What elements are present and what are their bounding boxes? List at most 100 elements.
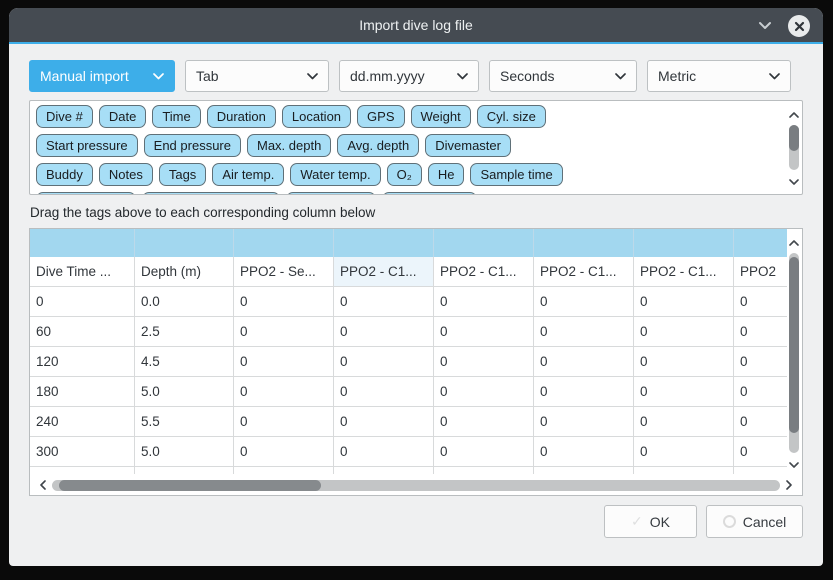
- tag-panel-scrollbar[interactable]: [787, 104, 801, 191]
- column-header[interactable]: PPO2 - Se...: [234, 257, 334, 286]
- column-drop-target[interactable]: [334, 229, 434, 257]
- shade-button[interactable]: [757, 19, 773, 31]
- chevron-down-icon: [758, 21, 772, 30]
- table-cell: 0: [634, 317, 734, 346]
- scroll-left-icon[interactable]: [37, 480, 49, 490]
- date-format-select[interactable]: dd.mm.yyyy: [339, 60, 479, 92]
- column-drop-target[interactable]: [534, 229, 634, 257]
- chevron-down-icon: [307, 73, 318, 80]
- cancel-button[interactable]: Cancel: [706, 505, 803, 538]
- table-row: 2405.5000000: [30, 407, 787, 437]
- scroll-right-icon[interactable]: [783, 480, 795, 490]
- tag-row: Dive # Date Time Duration Location GPS Weight C…: [36, 105, 796, 128]
- table-row-partial: [30, 467, 787, 474]
- tag-air-temp[interactable]: Air temp.: [212, 163, 284, 186]
- table-cell: 0: [234, 407, 334, 436]
- tag-location[interactable]: Location: [282, 105, 351, 128]
- chevron-down-icon: [457, 73, 468, 80]
- table-cell: 0: [334, 317, 434, 346]
- table-cell: [434, 467, 534, 474]
- tag-divemaster[interactable]: Divemaster: [425, 134, 511, 157]
- table-cell: 5.5: [135, 407, 234, 436]
- titlebar[interactable]: Import dive log file: [9, 8, 823, 44]
- tag-sample-time[interactable]: Sample time: [470, 163, 562, 186]
- tag-tags[interactable]: Tags: [159, 163, 206, 186]
- scrollbar-thumb[interactable]: [789, 257, 799, 433]
- table-cell: 0: [734, 287, 787, 316]
- tag-max-depth[interactable]: Max. depth: [247, 134, 331, 157]
- tag-dive[interactable]: Dive #: [36, 105, 93, 128]
- table-row: 1805.0000000: [30, 377, 787, 407]
- column-header[interactable]: PPO2 - C1...: [434, 257, 534, 286]
- column-header[interactable]: PPO2 - C1...: [534, 257, 634, 286]
- column-drop-target[interactable]: [734, 229, 787, 257]
- table-cell: [334, 467, 434, 474]
- tag-he[interactable]: He: [428, 163, 465, 186]
- tag-cyl-size[interactable]: Cyl. size: [477, 105, 546, 128]
- ok-button[interactable]: ✓ OK: [604, 505, 697, 538]
- tag-notes[interactable]: Notes: [99, 163, 153, 186]
- column-header[interactable]: PPO2: [734, 257, 787, 286]
- column-drop-target[interactable]: [234, 229, 334, 257]
- tag-gps[interactable]: GPS: [357, 105, 404, 128]
- tag-sample-po[interactable]: Sample pO₂: [286, 192, 376, 195]
- import-mode-select[interactable]: Manual import: [29, 60, 175, 92]
- column-drop-target[interactable]: [30, 229, 135, 257]
- scrollbar-track[interactable]: [789, 125, 799, 170]
- table-row: 00.0000000: [30, 287, 787, 317]
- tag-avg-depth[interactable]: Avg. depth: [337, 134, 419, 157]
- column-header[interactable]: PPO2 - C1...: [634, 257, 734, 286]
- column-drop-target[interactable]: [135, 229, 234, 257]
- table-row: 1204.5000000: [30, 347, 787, 377]
- tag-end-pressure[interactable]: End pressure: [144, 134, 241, 157]
- dialog-content: Manual importTabdd.mm.yyyySecondsMetric …: [9, 44, 823, 538]
- table-cell: 0: [334, 437, 434, 466]
- column-drop-target[interactable]: [634, 229, 734, 257]
- tag-o[interactable]: O₂: [387, 163, 422, 186]
- tag-start-pressure[interactable]: Start pressure: [36, 134, 138, 157]
- tag-sample-temperature[interactable]: Sample temperature: [142, 192, 280, 195]
- scroll-down-icon[interactable]: [789, 455, 799, 473]
- tag-water-temp[interactable]: Water temp.: [290, 163, 380, 186]
- table-cell: [634, 467, 734, 474]
- scrollbar-thumb[interactable]: [59, 480, 321, 491]
- tag-date[interactable]: Date: [99, 105, 146, 128]
- table-cell: [734, 467, 787, 474]
- chevron-down-icon: [769, 73, 780, 80]
- tag-buddy[interactable]: Buddy: [36, 163, 93, 186]
- units-select[interactable]: Metric: [647, 60, 791, 92]
- column-header[interactable]: Dive Time ...: [30, 257, 135, 286]
- column-header[interactable]: Depth (m): [135, 257, 234, 286]
- ok-label: OK: [650, 514, 670, 530]
- tag-sample-depth[interactable]: Sample depth: [36, 192, 136, 195]
- scroll-down-icon[interactable]: [789, 172, 799, 190]
- tag-time[interactable]: Time: [152, 105, 200, 128]
- table-cell: [234, 467, 334, 474]
- scrollbar-thumb[interactable]: [789, 125, 799, 151]
- scroll-up-icon[interactable]: [789, 105, 799, 123]
- tag-sample-cns[interactable]: Sample CNS: [382, 192, 477, 195]
- table-cell: 0: [634, 407, 734, 436]
- table-cell: 0: [434, 407, 534, 436]
- scrollbar-track[interactable]: [52, 480, 780, 491]
- column-drop-target[interactable]: [434, 229, 534, 257]
- field-separator-select[interactable]: Tab: [185, 60, 329, 92]
- close-icon: [794, 21, 805, 32]
- table-cell: 5.0: [135, 437, 234, 466]
- scrollbar-track[interactable]: [789, 253, 799, 453]
- tag-list-panel: Dive # Date Time Duration Location GPS Weight C…: [29, 100, 803, 195]
- dialog-buttons: ✓ OK Cancel: [29, 505, 803, 538]
- table-horizontal-scrollbar[interactable]: [37, 477, 795, 493]
- tag-duration[interactable]: Duration: [207, 105, 276, 128]
- column-header[interactable]: PPO2 - C1...: [334, 257, 434, 286]
- combo-value: Seconds: [500, 68, 554, 84]
- table-cell: 0: [534, 287, 634, 316]
- table-cell: 0: [434, 437, 534, 466]
- close-button[interactable]: [788, 15, 810, 37]
- table-cell: 0: [534, 317, 634, 346]
- table-vertical-scrollbar[interactable]: [787, 232, 801, 474]
- scroll-up-icon[interactable]: [789, 233, 799, 251]
- table-cell: 0: [734, 437, 787, 466]
- duration-format-select[interactable]: Seconds: [489, 60, 637, 92]
- tag-weight[interactable]: Weight: [411, 105, 471, 128]
